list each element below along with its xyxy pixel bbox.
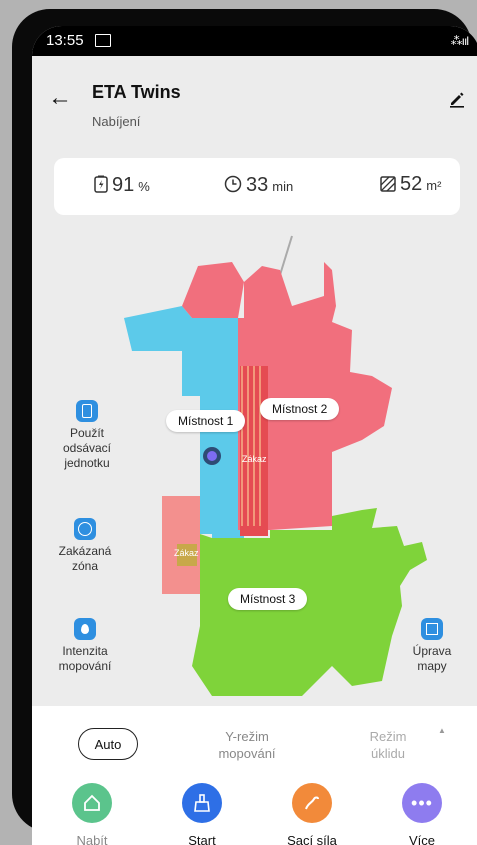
start-label: Start: [188, 833, 216, 845]
battery-unit: %: [138, 179, 150, 194]
more-label: Více: [408, 833, 435, 845]
area-value: 52: [400, 173, 423, 195]
forbidden-zone-tool[interactable]: Zakázaná zóna: [50, 518, 120, 574]
phone-frame: 13:55 ⁂ııl ← ETA Twins Nabíjení 91 % 33 …: [12, 9, 477, 845]
fan-icon: [292, 783, 332, 823]
y-mode-button[interactable]: Y-režim mopování: [192, 728, 302, 762]
y-mode-label-2: mopování: [218, 746, 276, 761]
water-drop-icon: [74, 618, 96, 640]
expand-icon: [421, 618, 443, 640]
room-1-extension: [182, 364, 200, 396]
caret-up-icon[interactable]: ▲: [438, 726, 446, 735]
room-3-label[interactable]: Místnost 3: [228, 588, 308, 610]
area-stat: 52 m²: [380, 173, 441, 196]
time-value: 33: [246, 174, 269, 196]
suction-power-label: Sací síla: [287, 833, 337, 845]
status-bar: 13:55 ⁂ııl: [32, 26, 477, 56]
device-title: ETA Twins: [92, 82, 181, 102]
app-screen: 13:55 ⁂ııl ← ETA Twins Nabíjení 91 % 33 …: [32, 26, 477, 845]
y-mode-label-1: Y-režim: [225, 729, 269, 744]
mop-intensity-tool[interactable]: Intenzita mopování: [50, 618, 120, 674]
charge-label: Nabít: [76, 833, 108, 845]
edit-pencil-icon[interactable]: [448, 90, 466, 113]
suction-label: Použít odsávací jednotku: [62, 426, 112, 470]
device-status: Nabíjení: [92, 114, 141, 129]
time-stat: 33 min: [224, 173, 293, 197]
auto-mode-button[interactable]: Auto: [78, 728, 138, 760]
home-icon: [72, 783, 112, 823]
broom-icon: [182, 783, 222, 823]
battery-icon: [94, 175, 108, 193]
floor-map[interactable]: Místnost 1 Místnost 2 Místnost 3 Zákaz Z…: [32, 226, 477, 696]
time-unit: min: [272, 179, 294, 194]
app-header: ← ETA Twins Nabíjení: [32, 56, 477, 146]
forbidden-label-left: Zákaz: [174, 548, 199, 558]
forbidden-label-right: Zákaz: [242, 454, 267, 464]
suction-unit-tool[interactable]: Použít odsávací jednotku: [54, 400, 120, 471]
clock-icon: [224, 175, 242, 193]
room-2-top-left: [182, 262, 244, 318]
clean-mode-label-2: úklidu: [371, 746, 405, 761]
room-1-label[interactable]: Místnost 1: [166, 410, 246, 432]
clean-mode-label-1: Režim: [369, 729, 407, 744]
room-2-label[interactable]: Místnost 2: [260, 398, 340, 420]
edit-map-label: Úprava mapy: [412, 644, 452, 673]
more-dots-icon: •••: [402, 783, 442, 823]
suction-icon: [76, 400, 98, 422]
image-notification-icon: [95, 34, 111, 47]
signal-icon: ⁂ııl: [450, 34, 469, 48]
clean-mode-button[interactable]: Režim úklidu: [348, 728, 428, 762]
battery-value: 91: [112, 174, 135, 196]
prohibited-icon: [74, 518, 96, 540]
status-time: 13:55: [46, 32, 84, 49]
battery-stat: 91 %: [94, 173, 150, 197]
area-unit: m²: [426, 178, 442, 193]
forbidden-zone-label: Zakázaná zóna: [58, 544, 112, 573]
back-arrow-icon[interactable]: ←: [48, 84, 72, 112]
edit-map-tool[interactable]: Úprava mapy: [402, 618, 462, 674]
bottom-panel: Auto Y-režim mopování Režim úklidu ▲ Nab…: [32, 706, 477, 845]
area-icon: [380, 176, 396, 192]
stats-card: 91 % 33 min 52 m²: [54, 158, 460, 215]
mop-intensity-label: Intenzita mopování: [58, 644, 112, 673]
